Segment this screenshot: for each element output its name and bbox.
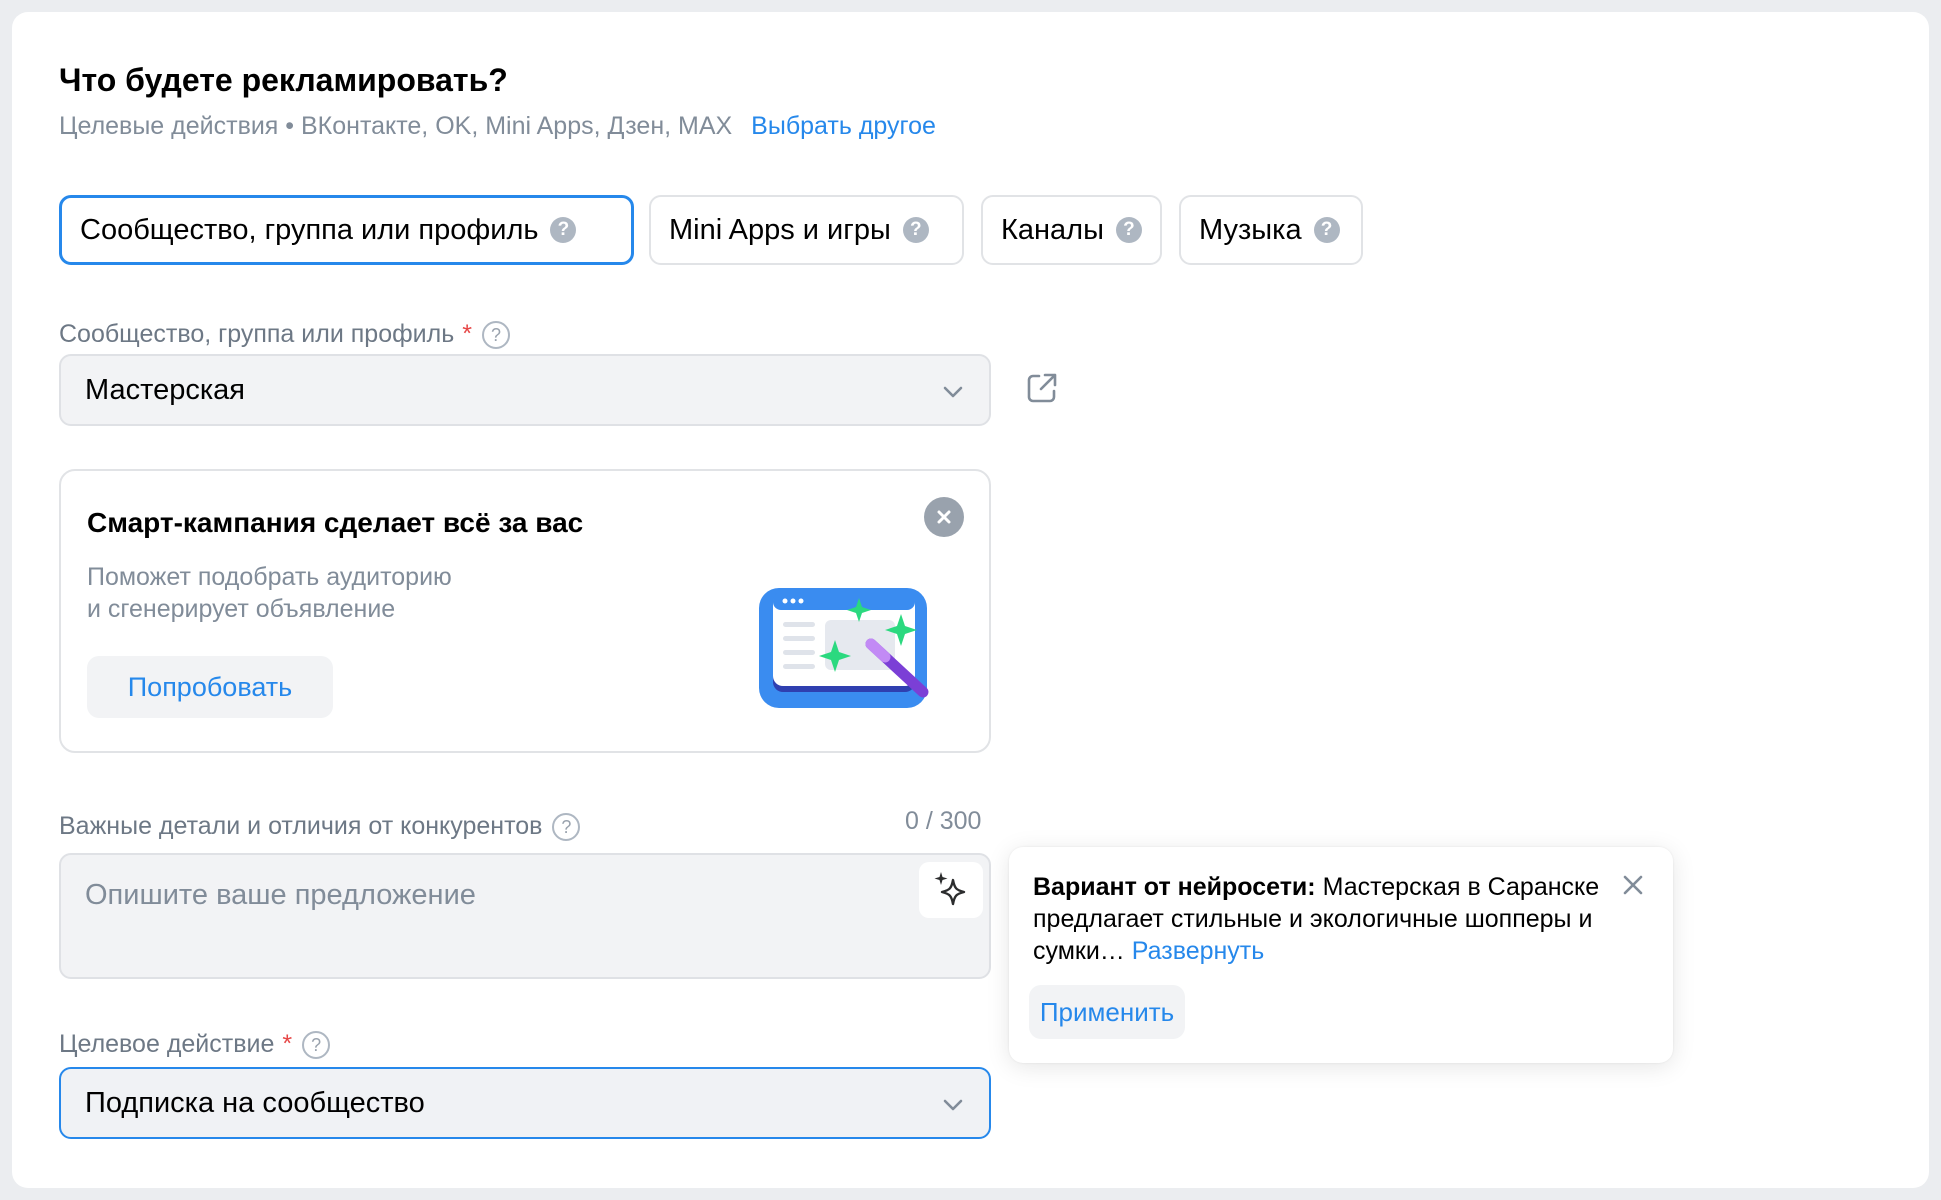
chevron-down-icon — [943, 1099, 963, 1111]
community-select-value: Мастерская — [85, 373, 245, 406]
external-link-icon[interactable] — [1024, 370, 1060, 406]
tab-mini-apps[interactable]: Mini Apps и игры ? — [649, 195, 964, 265]
promo-text-line: и сгенерирует объявление — [87, 595, 396, 623]
tab-channels[interactable]: Каналы ? — [981, 195, 1162, 265]
tab-community[interactable]: Сообщество, группа или профиль ? — [59, 195, 634, 265]
details-label-text: Важные детали и отличия от конкурентов — [59, 812, 543, 840]
tab-music[interactable]: Музыка ? — [1179, 195, 1363, 265]
expand-link[interactable]: Развернуть — [1132, 937, 1265, 965]
tab-label: Mini Apps и игры — [669, 213, 891, 246]
textarea-placeholder: Опишите ваше предложение — [85, 879, 476, 911]
target-action-select-value: Подписка на сообщество — [85, 1086, 425, 1119]
help-icon[interactable]: ? — [902, 217, 929, 243]
target-action-select[interactable]: Подписка на сообщество — [59, 1067, 991, 1139]
subtitle-text: Целевые действия • ВКонтакте, OK, Mini A… — [59, 112, 733, 140]
ai-suggestion-text: Вариант от нейросети: Мастерская в Саран… — [1033, 871, 1623, 967]
ai-suggestion-prefix: Вариант от нейросети: — [1033, 873, 1316, 901]
apply-button[interactable]: Применить — [1029, 985, 1185, 1039]
promo-description: Поможет подобрать аудиторию и сгенерируе… — [87, 561, 452, 625]
community-field-label: Сообщество, группа или профиль * ? — [59, 320, 510, 349]
close-glyph — [937, 510, 951, 524]
page-title: Что будете рекламировать? — [59, 62, 508, 98]
tab-label: Каналы — [1001, 213, 1104, 246]
char-counter: 0 / 300 — [905, 807, 982, 835]
help-icon[interactable]: ? — [550, 217, 577, 243]
help-icon[interactable]: ? — [1313, 217, 1340, 243]
magic-wand-illustration — [759, 588, 929, 708]
close-icon[interactable] — [924, 497, 964, 537]
main-card: Что будете рекламировать? Целевые действ… — [12, 12, 1929, 1188]
question-circle-icon[interactable]: ? — [481, 320, 510, 349]
community-label-text: Сообщество, группа или профиль — [59, 320, 455, 348]
help-icon[interactable]: ? — [1115, 217, 1142, 243]
community-select[interactable]: Мастерская — [59, 354, 991, 426]
details-field-label: Важные детали и отличия от конкурентов ? — [59, 812, 581, 841]
close-icon[interactable] — [1619, 871, 1647, 899]
tab-label: Музыка — [1199, 213, 1302, 246]
question-circle-icon[interactable]: ? — [552, 812, 581, 841]
ai-suggestion-popup: Вариант от нейросети: Мастерская в Саран… — [1009, 847, 1673, 1063]
target-action-label-text: Целевое действие — [59, 1030, 275, 1058]
question-circle-icon[interactable]: ? — [302, 1030, 331, 1059]
required-mark: * — [282, 1030, 293, 1058]
choose-other-link[interactable]: Выбрать другое — [751, 112, 936, 140]
smart-campaign-card: Смарт-кампания сделает всё за вас Поможе… — [59, 469, 991, 753]
try-button[interactable]: Попробовать — [87, 656, 333, 718]
promo-text-line: Поможет подобрать аудиторию — [87, 563, 452, 591]
page-subtitle: Целевые действия • ВКонтакте, OK, Mini A… — [59, 112, 936, 141]
required-mark: * — [462, 320, 472, 348]
ai-generate-button[interactable] — [919, 862, 983, 918]
offer-description-textarea[interactable]: Опишите ваше предложение — [59, 853, 991, 979]
sparkle-icon — [934, 872, 966, 906]
chevron-down-icon — [943, 386, 963, 398]
tab-label: Сообщество, группа или профиль — [80, 213, 539, 246]
target-action-field-label: Целевое действие * ? — [59, 1030, 331, 1059]
promo-title: Смарт-кампания сделает всё за вас — [87, 507, 584, 538]
